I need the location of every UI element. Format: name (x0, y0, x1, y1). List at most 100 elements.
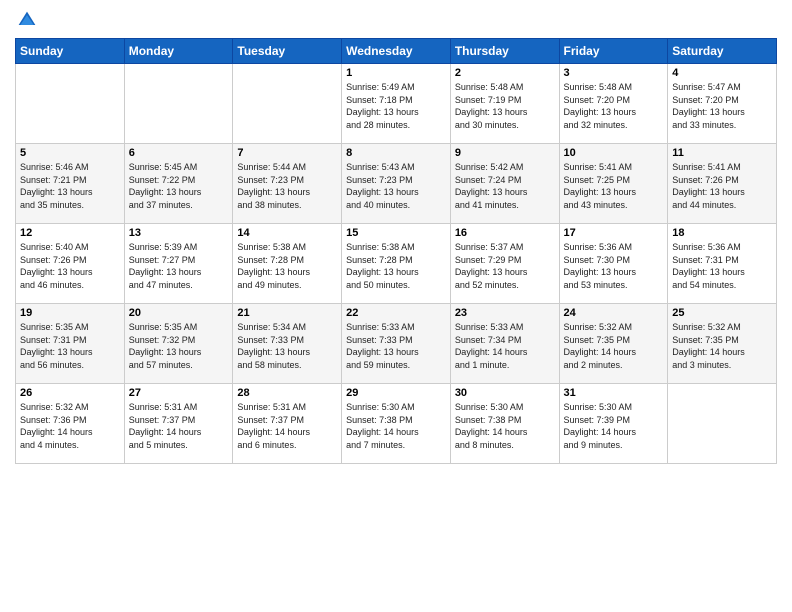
day-number: 11 (672, 147, 772, 159)
page: SundayMondayTuesdayWednesdayThursdayFrid… (0, 0, 792, 612)
weekday-header: Sunday (16, 39, 125, 64)
day-info: Sunrise: 5:31 AM Sunset: 7:37 PM Dayligh… (237, 401, 337, 451)
day-number: 25 (672, 307, 772, 319)
day-info: Sunrise: 5:32 AM Sunset: 7:35 PM Dayligh… (672, 321, 772, 371)
calendar-cell: 7 Sunrise: 5:44 AM Sunset: 7:23 PM Daylig… (233, 144, 342, 224)
calendar-cell: 11 Sunrise: 5:41 AM Sunset: 7:26 PM Dayli… (668, 144, 777, 224)
day-number: 8 (346, 147, 446, 159)
calendar-cell: 5Sunrise: 5:46 AM Sunset: 7:21 PM Daylig… (16, 144, 125, 224)
calendar-cell: 30 Sunrise: 5:30 AM Sunset: 7:38 PM Dayli… (450, 384, 559, 464)
calendar-cell: 1 Sunrise: 5:49 AM Sunset: 7:18 PM Daylig… (342, 64, 451, 144)
day-info: Sunrise: 5:38 AM Sunset: 7:28 PM Dayligh… (346, 241, 446, 291)
day-number: 30 (455, 387, 555, 399)
calendar-cell: 6 Sunrise: 5:45 AM Sunset: 7:22 PM Daylig… (124, 144, 233, 224)
day-number: 28 (237, 387, 337, 399)
day-info: Sunrise: 5:47 AM Sunset: 7:20 PM Dayligh… (672, 81, 772, 131)
calendar-body: 1 Sunrise: 5:49 AM Sunset: 7:18 PM Daylig… (16, 64, 777, 464)
weekday-header: Thursday (450, 39, 559, 64)
weekday-header: Saturday (668, 39, 777, 64)
day-number: 14 (237, 227, 337, 239)
day-info: Sunrise: 5:40 AM Sunset: 7:26 PM Dayligh… (20, 241, 120, 291)
day-number: 9 (455, 147, 555, 159)
day-number: 13 (129, 227, 229, 239)
calendar-cell: 18 Sunrise: 5:36 AM Sunset: 7:31 PM Dayli… (668, 224, 777, 304)
calendar-cell (16, 64, 125, 144)
day-info: Sunrise: 5:31 AM Sunset: 7:37 PM Dayligh… (129, 401, 229, 451)
day-info: Sunrise: 5:30 AM Sunset: 7:38 PM Dayligh… (346, 401, 446, 451)
day-info: Sunrise: 5:32 AM Sunset: 7:36 PM Dayligh… (20, 401, 120, 451)
day-info: Sunrise: 5:45 AM Sunset: 7:22 PM Dayligh… (129, 161, 229, 211)
calendar-week-row: 26 Sunrise: 5:32 AM Sunset: 7:36 PM Dayli… (16, 384, 777, 464)
calendar-cell: 2 Sunrise: 5:48 AM Sunset: 7:19 PM Daylig… (450, 64, 559, 144)
calendar-cell: 28 Sunrise: 5:31 AM Sunset: 7:37 PM Dayli… (233, 384, 342, 464)
calendar-cell: 23Sunrise: 5:33 AM Sunset: 7:34 PM Dayli… (450, 304, 559, 384)
calendar-cell: 25 Sunrise: 5:32 AM Sunset: 7:35 PM Dayli… (668, 304, 777, 384)
calendar-cell: 15 Sunrise: 5:38 AM Sunset: 7:28 PM Dayli… (342, 224, 451, 304)
calendar: SundayMondayTuesdayWednesdayThursdayFrid… (15, 38, 777, 464)
calendar-cell: 12 Sunrise: 5:40 AM Sunset: 7:26 PM Dayli… (16, 224, 125, 304)
calendar-cell: 10 Sunrise: 5:41 AM Sunset: 7:25 PM Dayli… (559, 144, 668, 224)
calendar-cell: 31Sunrise: 5:30 AM Sunset: 7:39 PM Dayli… (559, 384, 668, 464)
logo (15, 10, 43, 30)
day-info: Sunrise: 5:49 AM Sunset: 7:18 PM Dayligh… (346, 81, 446, 131)
day-number: 3 (564, 67, 664, 79)
day-info: Sunrise: 5:46 AM Sunset: 7:21 PM Dayligh… (20, 161, 120, 211)
day-number: 29 (346, 387, 446, 399)
day-info: Sunrise: 5:32 AM Sunset: 7:35 PM Dayligh… (564, 321, 664, 371)
calendar-week-row: 5Sunrise: 5:46 AM Sunset: 7:21 PM Daylig… (16, 144, 777, 224)
calendar-cell: 3 Sunrise: 5:48 AM Sunset: 7:20 PM Daylig… (559, 64, 668, 144)
day-number: 12 (20, 227, 120, 239)
calendar-week-row: 19 Sunrise: 5:35 AM Sunset: 7:31 PM Dayli… (16, 304, 777, 384)
day-info: Sunrise: 5:30 AM Sunset: 7:39 PM Dayligh… (564, 401, 664, 451)
day-number: 26 (20, 387, 120, 399)
day-number: 23 (455, 307, 555, 319)
day-number: 16 (455, 227, 555, 239)
day-number: 7 (237, 147, 337, 159)
day-info: Sunrise: 5:48 AM Sunset: 7:20 PM Dayligh… (564, 81, 664, 131)
day-info: Sunrise: 5:35 AM Sunset: 7:31 PM Dayligh… (20, 321, 120, 371)
calendar-cell (233, 64, 342, 144)
calendar-cell: 4Sunrise: 5:47 AM Sunset: 7:20 PM Daylig… (668, 64, 777, 144)
day-number: 21 (237, 307, 337, 319)
calendar-header-row: SundayMondayTuesdayWednesdayThursdayFrid… (16, 39, 777, 64)
day-number: 17 (564, 227, 664, 239)
day-number: 27 (129, 387, 229, 399)
day-number: 18 (672, 227, 772, 239)
day-number: 24 (564, 307, 664, 319)
day-info: Sunrise: 5:48 AM Sunset: 7:19 PM Dayligh… (455, 81, 555, 131)
day-info: Sunrise: 5:36 AM Sunset: 7:31 PM Dayligh… (672, 241, 772, 291)
calendar-cell (668, 384, 777, 464)
calendar-cell: 17Sunrise: 5:36 AM Sunset: 7:30 PM Dayli… (559, 224, 668, 304)
day-info: Sunrise: 5:33 AM Sunset: 7:33 PM Dayligh… (346, 321, 446, 371)
calendar-cell: 19 Sunrise: 5:35 AM Sunset: 7:31 PM Dayli… (16, 304, 125, 384)
day-info: Sunrise: 5:43 AM Sunset: 7:23 PM Dayligh… (346, 161, 446, 211)
day-info: Sunrise: 5:30 AM Sunset: 7:38 PM Dayligh… (455, 401, 555, 451)
day-number: 10 (564, 147, 664, 159)
calendar-cell: 20Sunrise: 5:35 AM Sunset: 7:32 PM Dayli… (124, 304, 233, 384)
day-number: 20 (129, 307, 229, 319)
day-info: Sunrise: 5:41 AM Sunset: 7:26 PM Dayligh… (672, 161, 772, 211)
calendar-cell: 26 Sunrise: 5:32 AM Sunset: 7:36 PM Dayli… (16, 384, 125, 464)
day-number: 2 (455, 67, 555, 79)
day-number: 6 (129, 147, 229, 159)
day-info: Sunrise: 5:41 AM Sunset: 7:25 PM Dayligh… (564, 161, 664, 211)
day-info: Sunrise: 5:34 AM Sunset: 7:33 PM Dayligh… (237, 321, 337, 371)
logo-icon (17, 10, 37, 30)
header (15, 10, 777, 30)
day-number: 1 (346, 67, 446, 79)
day-number: 19 (20, 307, 120, 319)
day-info: Sunrise: 5:39 AM Sunset: 7:27 PM Dayligh… (129, 241, 229, 291)
day-number: 15 (346, 227, 446, 239)
calendar-cell: 9 Sunrise: 5:42 AM Sunset: 7:24 PM Daylig… (450, 144, 559, 224)
day-info: Sunrise: 5:44 AM Sunset: 7:23 PM Dayligh… (237, 161, 337, 211)
calendar-cell: 14 Sunrise: 5:38 AM Sunset: 7:28 PM Dayli… (233, 224, 342, 304)
weekday-header: Wednesday (342, 39, 451, 64)
calendar-cell: 8 Sunrise: 5:43 AM Sunset: 7:23 PM Daylig… (342, 144, 451, 224)
day-info: Sunrise: 5:37 AM Sunset: 7:29 PM Dayligh… (455, 241, 555, 291)
calendar-week-row: 1 Sunrise: 5:49 AM Sunset: 7:18 PM Daylig… (16, 64, 777, 144)
day-info: Sunrise: 5:38 AM Sunset: 7:28 PM Dayligh… (237, 241, 337, 291)
calendar-cell (124, 64, 233, 144)
calendar-cell: 22Sunrise: 5:33 AM Sunset: 7:33 PM Dayli… (342, 304, 451, 384)
calendar-cell: 24 Sunrise: 5:32 AM Sunset: 7:35 PM Dayli… (559, 304, 668, 384)
day-info: Sunrise: 5:42 AM Sunset: 7:24 PM Dayligh… (455, 161, 555, 211)
